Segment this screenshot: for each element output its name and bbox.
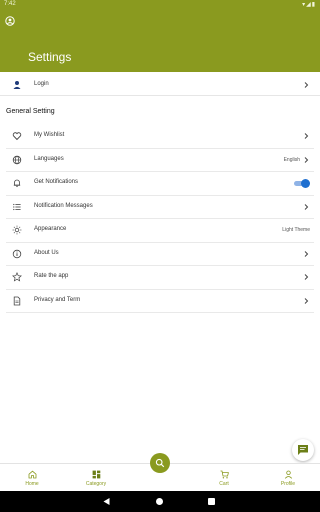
login-label: Login [34, 81, 49, 87]
toggle-thumb [301, 179, 310, 188]
nav-cart-label: Cart [219, 481, 229, 487]
cart-icon [220, 470, 229, 479]
bell-icon [13, 179, 21, 188]
list-icon [13, 203, 21, 210]
recent-apps-icon[interactable] [208, 498, 215, 505]
back-icon[interactable] [102, 497, 111, 506]
status-bar: 7:42 ▾◢▮ [0, 0, 320, 10]
section-title: General Setting [6, 108, 55, 115]
person-icon [13, 81, 21, 89]
settings-item-rate-app[interactable]: Rate the app [6, 266, 314, 290]
chevron-right-icon [304, 297, 309, 304]
appearance-value: Light Theme [282, 227, 310, 233]
login-row[interactable]: Login [0, 74, 320, 96]
nav-home[interactable]: Home [12, 470, 52, 487]
system-nav-bar [0, 491, 320, 512]
chevron-right-icon [304, 203, 309, 210]
settings-item-label: My Wishlist [34, 132, 65, 138]
search-button[interactable] [150, 453, 170, 473]
settings-item-label: Languages [34, 155, 64, 162]
home-circle-icon[interactable] [156, 498, 163, 505]
settings-item-appearance[interactable]: Appearance Light Theme [6, 219, 314, 243]
settings-item-label: Get Notifications [34, 179, 79, 185]
chevron-right-icon [304, 156, 309, 163]
chevron-right-icon [304, 82, 309, 88]
chevron-right-icon [304, 133, 309, 139]
category-grid-icon [92, 470, 100, 479]
status-icons: ▾◢▮ [302, 2, 316, 8]
app-header: Settings [0, 10, 320, 72]
notifications-toggle[interactable] [294, 179, 310, 188]
search-icon [155, 458, 165, 468]
settings-item-privacy[interactable]: Privacy and Term [6, 290, 314, 313]
settings-item-wishlist[interactable]: My Wishlist [6, 125, 314, 149]
nav-profile[interactable]: Profile [268, 470, 308, 487]
account-circle-icon[interactable] [5, 16, 15, 26]
chat-icon [298, 445, 308, 455]
nav-category-label: Category [85, 481, 107, 487]
chevron-right-icon [304, 250, 309, 257]
settings-item-label: Privacy and Term [34, 296, 81, 303]
nav-cart[interactable]: Cart [204, 470, 244, 487]
sun-icon [12, 225, 22, 235]
settings-item-label: Appearance [34, 226, 67, 232]
settings-item-about-us[interactable]: About Us [6, 243, 314, 266]
settings-item-notification-messages[interactable]: Notification Messages [6, 196, 314, 219]
chevron-right-icon [304, 274, 309, 280]
info-icon [12, 249, 22, 258]
chat-button[interactable] [292, 439, 314, 461]
heart-icon [12, 132, 22, 141]
globe-icon [12, 155, 22, 164]
settings-item-notifications[interactable]: Get Notifications [6, 172, 314, 196]
settings-list: My Wishlist Languages English Get Notifi… [0, 125, 320, 313]
nav-profile-label: Profile [280, 481, 296, 487]
document-icon [13, 296, 21, 305]
settings-item-label: About Us [34, 249, 59, 256]
settings-item-label: Rate the app [34, 273, 69, 279]
language-value: English [283, 156, 300, 163]
settings-item-label: Notification Messages [34, 202, 93, 209]
star-icon [12, 272, 22, 282]
page-title: Settings [28, 50, 72, 64]
settings-item-languages[interactable]: Languages English [6, 149, 314, 172]
nav-home-label: Home [25, 481, 39, 487]
status-time: 7:42 [4, 1, 16, 7]
profile-icon [284, 470, 292, 479]
home-icon [28, 470, 36, 479]
nav-category[interactable]: Category [76, 470, 116, 487]
